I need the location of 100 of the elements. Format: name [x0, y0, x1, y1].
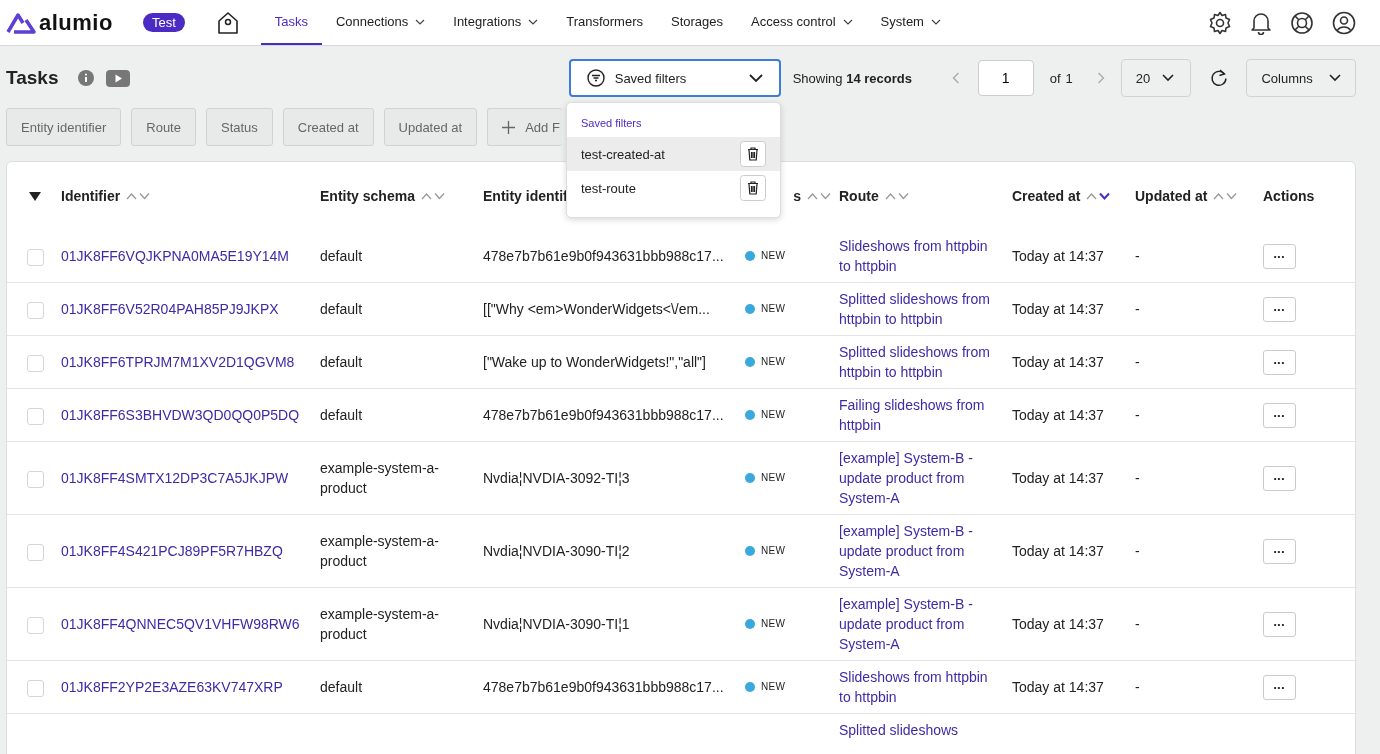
table-cell: Nvdia¦NVDIA-3090-TI¦2 [483, 543, 630, 559]
sort-ascending-icon[interactable] [1213, 192, 1225, 200]
table-cell: Today at 14:37 [1012, 543, 1104, 559]
sort-ascending-icon[interactable] [807, 192, 818, 200]
table-cell: - [1135, 354, 1140, 370]
table-cell: default [320, 301, 363, 317]
status-label: NEW [761, 617, 786, 631]
expand-all-icon[interactable] [29, 192, 41, 201]
add-filter-button[interactable]: Add F [487, 108, 562, 146]
row-checkbox[interactable] [27, 354, 44, 372]
saved-filter-item[interactable]: test-route [567, 171, 780, 205]
saved-filter-item[interactable]: test-created-at [567, 137, 780, 171]
logo-wordmark[interactable]: alumio [39, 9, 113, 36]
row-actions-button[interactable]: ••• [1263, 465, 1296, 491]
route-link[interactable]: Splitted slideshows from httpbin to httpbin [839, 342, 991, 382]
sort-ascending-icon[interactable] [884, 192, 896, 200]
route-link[interactable]: Slideshows from httpbin to httpbin [839, 667, 991, 707]
chevron-down-icon[interactable] [930, 18, 941, 25]
row-actions-button[interactable]: ••• [1263, 611, 1296, 637]
row-actions-button[interactable]: ••• [1263, 243, 1296, 269]
info-icon[interactable] [78, 70, 95, 86]
nav-tab[interactable]: Tasks [260, 0, 322, 45]
table-cell: Today at 14:37 [1012, 470, 1104, 486]
row-actions-button[interactable]: ••• [1263, 402, 1296, 428]
user-icon[interactable] [1332, 10, 1356, 35]
status-label: NEW [761, 302, 786, 316]
table-cell: - [1135, 301, 1140, 317]
row-actions-button[interactable]: ••• [1263, 349, 1296, 375]
row-checkbox[interactable] [27, 543, 44, 561]
row-actions-button[interactable]: ••• [1263, 538, 1296, 564]
row-checkbox[interactable] [27, 616, 44, 634]
home-icon[interactable] [216, 10, 239, 35]
route-link[interactable]: Slideshows from httpbin to httpbin [839, 236, 991, 276]
route-link[interactable]: Splitted slideshows [839, 720, 991, 740]
delete-icon[interactable] [740, 141, 766, 167]
identifier-link[interactable]: 01JK8FF2YP2E3AZE63KV747XRP [61, 679, 283, 695]
sort-descending-icon[interactable] [1099, 192, 1111, 200]
video-icon[interactable] [106, 69, 131, 87]
identifier-link[interactable]: 01JK8FF6VQJKPNA0MA5E19Y14M [61, 248, 289, 264]
identifier-link[interactable]: 01JK8FF6TPRJM7M1XV2D1QGVM8 [61, 354, 295, 370]
route-link[interactable]: Splitted slideshows from httpbin to httpbin [839, 289, 991, 329]
nav-tab[interactable]: Transformers [552, 0, 657, 45]
notifications-icon[interactable] [1250, 10, 1272, 35]
table-cell: Today at 14:37 [1012, 354, 1104, 370]
chevron-down-icon[interactable] [415, 18, 426, 25]
nav-tab[interactable]: Integrations [439, 0, 553, 45]
next-page-icon[interactable] [1096, 72, 1105, 84]
row-checkbox[interactable] [27, 301, 44, 319]
identifier-link[interactable]: 01JK8FF6S3BHVDW3QD0QQ0P5DQ [61, 407, 300, 423]
row-checkbox[interactable] [27, 248, 44, 266]
chevron-down-icon [748, 73, 763, 83]
saved-filters-dropdown[interactable]: Saved filters [568, 59, 781, 97]
column-header: s [793, 188, 801, 204]
sort-ascending-icon[interactable] [420, 192, 432, 200]
filter-chip[interactable]: Status [205, 108, 273, 146]
refresh-icon[interactable] [1209, 69, 1228, 87]
sort-ascending-icon[interactable] [126, 192, 138, 200]
table-cell: Today at 14:37 [1012, 616, 1104, 632]
row-checkbox[interactable] [27, 407, 44, 425]
identifier-link[interactable]: 01JK8FF4QNNEC5QV1VHFW98RW6 [61, 616, 300, 632]
row-actions-button[interactable]: ••• [1263, 296, 1296, 322]
status-label: NEW [761, 471, 786, 485]
per-page-dropdown[interactable]: 20 [1120, 59, 1191, 97]
identifier-link[interactable]: 01JK8FF6V52R04PAH85PJ9JKPX [61, 301, 279, 317]
nav-tab[interactable]: Storages [657, 0, 738, 45]
filter-chip[interactable]: Created at [282, 108, 374, 146]
page-of-label: of [1049, 70, 1061, 86]
route-link[interactable]: [example] System-B - update product from System-A [839, 521, 991, 581]
nav-tab[interactable]: System [866, 0, 955, 45]
page-number-field[interactable]: 1 [977, 60, 1034, 96]
nav-tab[interactable]: Access control [737, 0, 867, 45]
row-actions-button[interactable]: ••• [1263, 674, 1296, 700]
table-cell: - [1135, 407, 1140, 423]
filter-chip[interactable]: Route [131, 108, 196, 146]
columns-dropdown[interactable]: Columns [1246, 59, 1356, 97]
route-link[interactable]: [example] System-B - update product from System-A [839, 594, 991, 654]
table-cell: default [320, 248, 363, 264]
nav-tab[interactable]: Connections [322, 0, 440, 45]
filter-chip[interactable]: Entity identifier [6, 108, 122, 146]
identifier-link[interactable]: 01JK8FF4SMTX12DP3C7A5JKJPW [61, 470, 289, 486]
table-cell: Today at 14:37 [1012, 407, 1104, 423]
row-checkbox[interactable] [27, 679, 44, 697]
chevron-down-icon[interactable] [528, 18, 539, 25]
delete-icon[interactable] [740, 175, 766, 201]
route-link[interactable]: Failing slideshows from httpbin [839, 395, 991, 435]
chevron-down-icon[interactable] [842, 18, 853, 25]
route-link[interactable]: [example] System-B - update product from System-A [839, 448, 991, 508]
table-cell: - [1135, 248, 1140, 264]
table-cell: 478e7b7b61e9b0f943631bbb988c17... [483, 248, 724, 264]
table-cell: Today at 14:37 [1012, 248, 1104, 264]
filter-chip[interactable]: Updated at [383, 108, 478, 146]
column-header: Identifier [61, 188, 121, 204]
identifier-link[interactable]: 01JK8FF4S421PCJ89PF5R7HBZQ [61, 543, 283, 559]
table-cell: - [1135, 616, 1140, 632]
row-checkbox[interactable] [27, 470, 44, 488]
help-icon[interactable] [1290, 10, 1314, 35]
settings-icon[interactable] [1208, 10, 1232, 35]
environment-badge: Test [142, 13, 185, 32]
column-header: Created at [1012, 188, 1081, 204]
previous-page-icon[interactable] [951, 72, 960, 84]
